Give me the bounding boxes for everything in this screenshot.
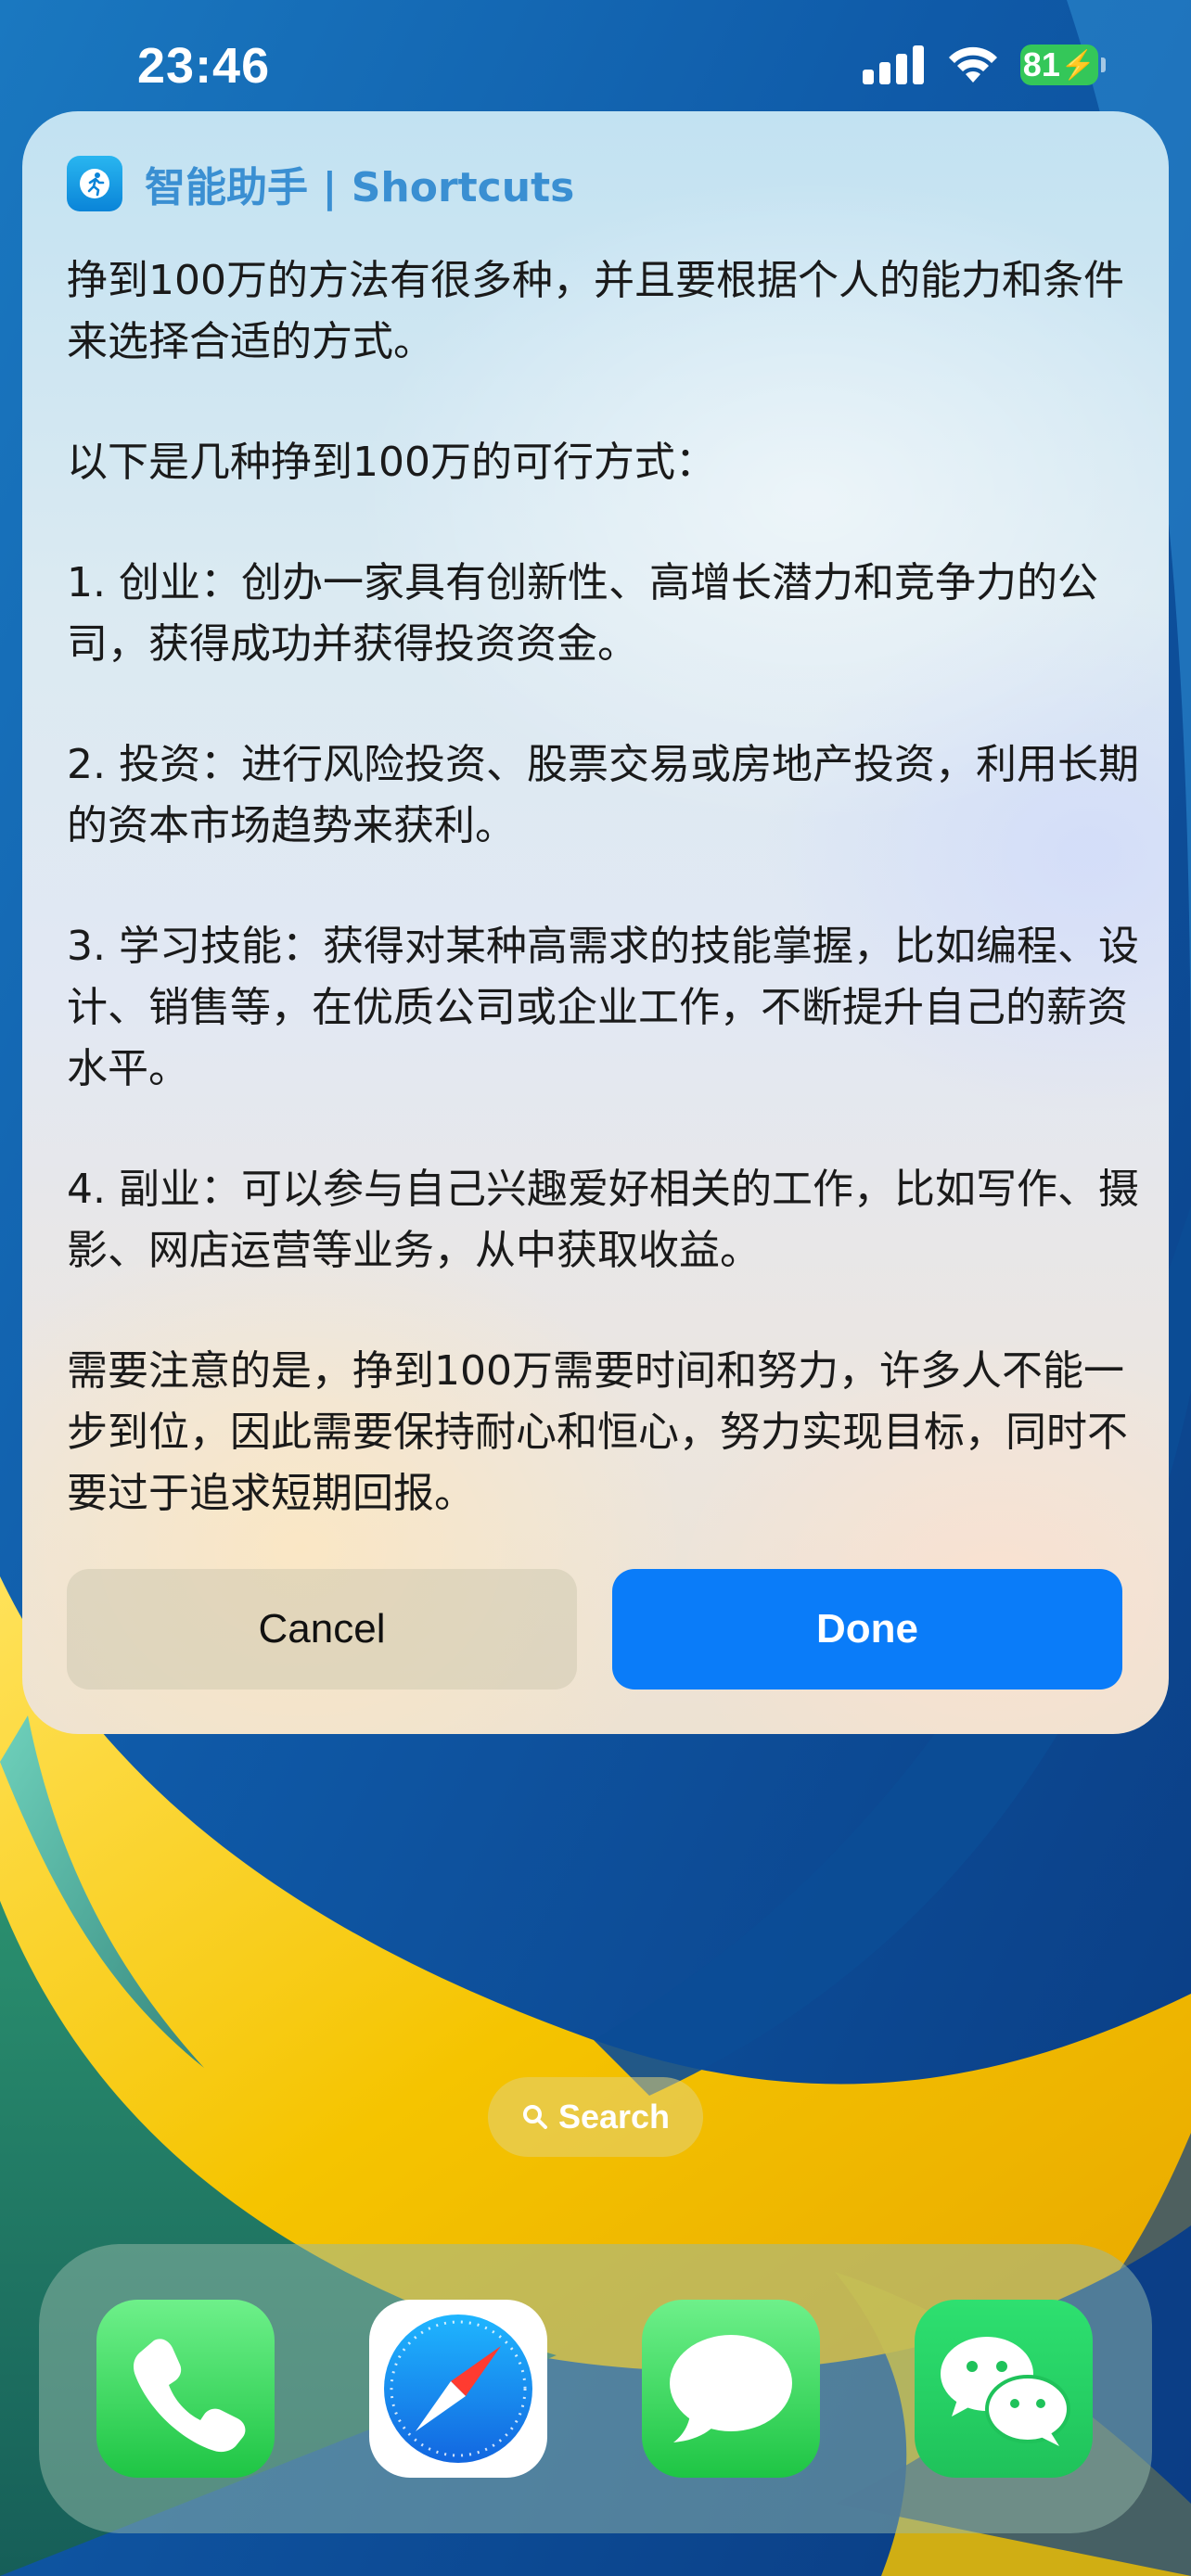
paragraph-item-4: 4. 副业：可以参与自己兴趣爱好相关的工作，比如写作、摄影、网店运营等业务，从中…	[67, 1166, 1139, 1274]
paragraph-list-heading: 以下是几种挣到100万的可行方式：	[67, 439, 716, 486]
wechat-app[interactable]	[915, 2300, 1093, 2478]
wechat-icon	[941, 2337, 1070, 2446]
phone-app[interactable]	[96, 2300, 275, 2478]
battery-charging-icon: 81 ⚡	[1020, 45, 1106, 85]
paragraph-intro: 挣到100万的方法有很多种，并且要根据个人的能力和条件来选择合适的方式。	[67, 257, 1124, 365]
wifi-icon	[949, 46, 997, 83]
messages-app[interactable]	[642, 2300, 820, 2478]
status-icons: 81 ⚡	[863, 45, 1106, 85]
response-text: 挣到100万的方法有很多种，并且要根据个人的能力和条件来选择合适的方式。 以下是…	[67, 250, 1152, 1524]
dock	[39, 2244, 1152, 2533]
status-time: 23:46	[137, 38, 271, 94]
compass-icon	[384, 2315, 532, 2463]
card-header: 智能助手 | Shortcuts	[67, 154, 574, 213]
battery-level: 81	[1022, 45, 1060, 83]
running-figure-icon	[67, 156, 122, 211]
search-label: Search	[557, 2098, 671, 2136]
home-search-button[interactable]: Search	[488, 2077, 703, 2157]
card-title: 智能助手 | Shortcuts	[145, 164, 575, 211]
paragraph-item-3: 3. 学习技能：获得对某种高需求的技能掌握，比如编程、设计、销售等，在优质公司或…	[67, 923, 1139, 1092]
speech-bubble-icon	[670, 2335, 792, 2442]
paragraph-item-1: 1. 创业：创办一家具有创新性、高增长潜力和竞争力的公司，获得成功并获得投资资金…	[67, 559, 1098, 668]
done-button[interactable]: Done	[612, 1569, 1122, 1690]
phone-icon	[134, 2339, 246, 2453]
safari-app[interactable]	[369, 2300, 547, 2478]
search-icon	[522, 2105, 547, 2129]
cancel-button[interactable]: Cancel	[67, 1569, 577, 1690]
shortcut-result-card: 智能助手 | Shortcuts 挣到100万的方法有很多种，并且要根据个人的能…	[22, 111, 1169, 1734]
paragraph-conclusion: 需要注意的是，挣到100万需要时间和努力，许多人不能一步到位，因此需要保持耐心和…	[67, 1347, 1128, 1517]
paragraph-item-2: 2. 投资：进行风险投资、股票交易或房地产投资，利用长期的资本市场趋势来获利。	[67, 741, 1139, 849]
cellular-signal-icon	[863, 45, 924, 84]
